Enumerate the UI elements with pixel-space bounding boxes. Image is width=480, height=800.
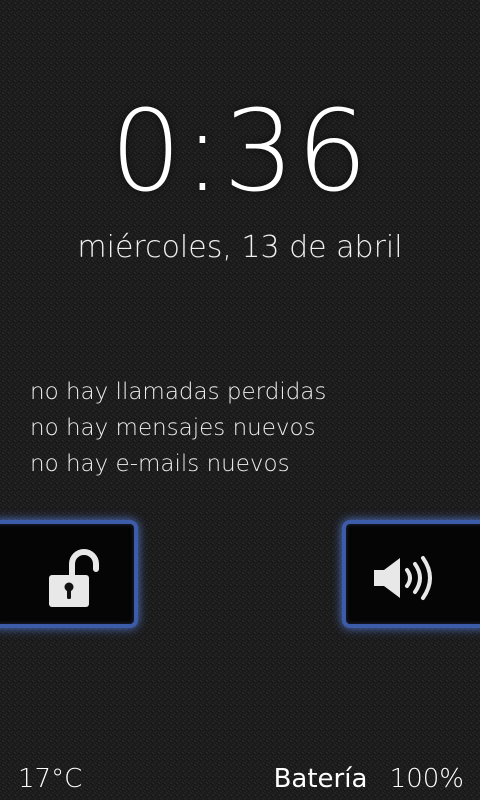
temperature-readout: 17°C [18, 764, 83, 794]
unlock-icon [34, 542, 114, 614]
sound-toggle-button[interactable] [342, 520, 480, 628]
unlock-button[interactable] [0, 520, 138, 628]
battery-status: Batería 100% [274, 764, 464, 794]
clock-time: 0:36 [110, 87, 370, 217]
speaker-volume-icon [366, 542, 446, 614]
missed-calls-status: no hay llamadas perdidas [30, 379, 327, 405]
battery-label: Batería [273, 764, 368, 794]
clock-date: miércoles, 13 de abril [77, 230, 403, 265]
battery-percent: 100% [389, 764, 464, 794]
lock-screen: 0:36 miércoles, 13 de abril no hay llama… [0, 0, 480, 800]
emails-status: no hay e-mails nuevos [30, 451, 290, 477]
notification-list: no hay llamadas perdidas no hay mensajes… [30, 374, 450, 482]
messages-status: no hay mensajes nuevos [30, 415, 316, 441]
